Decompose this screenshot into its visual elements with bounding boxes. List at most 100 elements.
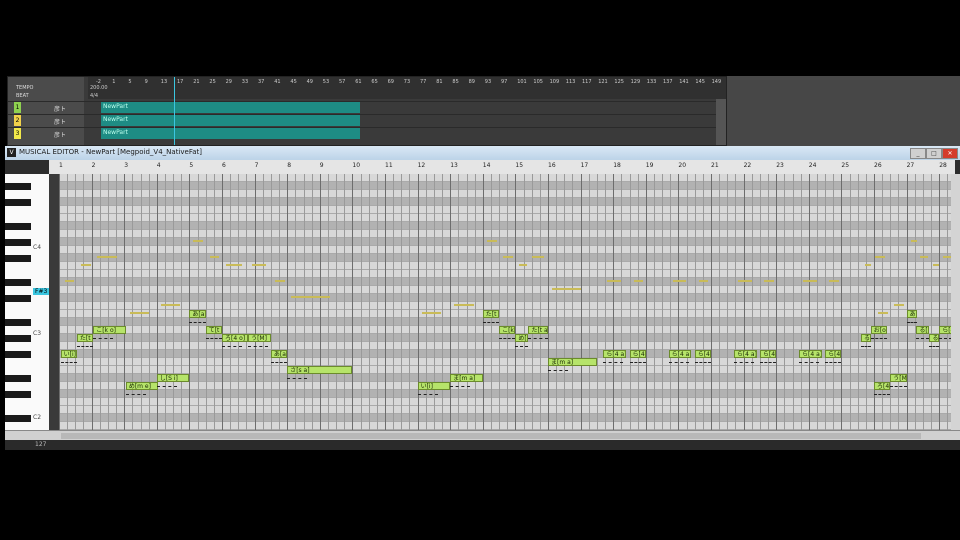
black-key[interactable] — [5, 223, 31, 230]
restore-button[interactable]: □ — [926, 148, 942, 159]
black-key[interactable] — [5, 239, 31, 246]
desktop-background — [0, 0, 960, 76]
beat-line — [629, 174, 631, 430]
black-key[interactable] — [5, 415, 31, 422]
vibrato-line — [825, 358, 842, 363]
playback-cursor[interactable] — [174, 77, 175, 145]
beat-line — [588, 174, 590, 430]
piano-keyboard[interactable]: C4 F#3 C3 C2 — [5, 174, 50, 430]
note[interactable]: た[t a] — [76, 334, 94, 342]
note[interactable]: ら[4 a] — [603, 350, 627, 358]
note[interactable]: ろ[4 o] — [222, 334, 249, 342]
note[interactable]: め[m e] — [515, 334, 529, 342]
note[interactable]: あ[a] — [270, 350, 288, 358]
vibrato-line — [450, 382, 471, 387]
bar-line — [91, 174, 93, 430]
track-ruler-tick: 125 — [614, 79, 624, 85]
editor-titlebar[interactable]: V MUSICAL EDITOR - NewPart [Megpoid_V4_N… — [5, 146, 960, 160]
measure-number: 20 — [678, 162, 687, 169]
track-row-1[interactable]: 1 彦ト NewPart — [8, 101, 726, 114]
note[interactable]: い[i] — [60, 350, 77, 358]
octave-label-highlight: F#3 — [33, 288, 50, 295]
note[interactable]: し[S i] — [156, 374, 190, 382]
note[interactable]: ら[4 a] — [759, 350, 777, 358]
note[interactable]: ま[m a] — [450, 374, 483, 382]
note[interactable]: こ[k o] — [93, 326, 126, 334]
note[interactable]: る[4 M] — [929, 334, 940, 342]
track-ruler[interactable]: 200.00 4/4 -2 1 5 9 13 17 21 25 29 33 37 41 45 49 53 57… — [88, 77, 726, 99]
close-button[interactable]: ✕ — [942, 148, 958, 159]
pitch-curve — [803, 280, 817, 282]
measure-number: 10 — [352, 162, 361, 169]
vibrato-line — [694, 358, 711, 363]
note[interactable]: め[m e] — [125, 382, 159, 390]
note[interactable]: あ[a] — [906, 310, 917, 318]
note[interactable]: ろ[4 o] — [874, 382, 891, 390]
black-key[interactable] — [5, 279, 31, 286]
note[interactable]: ら[4 a] — [799, 350, 822, 358]
note[interactable]: た[t a] — [528, 326, 548, 334]
part-block[interactable]: NewPart — [101, 115, 360, 126]
note[interactable]: さ[s a] — [287, 366, 353, 374]
note[interactable]: う[M] — [248, 334, 271, 342]
measure-ruler[interactable]: 1 2 3 4 5 6 7 8 9 10 11 12 13 14 15 16 17 18 19 20 21 22 23 24 2… — [49, 160, 955, 175]
vibrato-line — [417, 390, 438, 395]
track-row-3[interactable]: 3 彦ト NewPart — [8, 127, 726, 140]
note[interactable]: ら[4 a] — [733, 350, 757, 358]
track-scrollbar[interactable] — [716, 99, 726, 145]
black-key[interactable] — [5, 335, 31, 342]
note[interactable]: る[4 M] — [916, 326, 930, 334]
track-name[interactable]: 彦ト — [54, 130, 66, 139]
track-ruler-tick: 9 — [144, 79, 148, 85]
piano-roll-grid[interactable]: い[i]た[t a]こ[k o]め[m e]し[S i]あ[a]て[t e]ろ[… — [59, 174, 951, 430]
black-key[interactable] — [5, 199, 31, 206]
note[interactable]: る[4 M] — [860, 334, 871, 342]
beat-line — [230, 174, 232, 430]
beat-line — [75, 174, 77, 430]
bar-line — [678, 174, 680, 430]
beat-line — [523, 174, 525, 430]
note[interactable]: ら[4 a] — [825, 350, 842, 358]
black-key[interactable] — [5, 295, 31, 302]
note[interactable]: ま[m a] — [548, 358, 597, 366]
track-row-2[interactable]: 2 彦ト NewPart — [8, 114, 726, 127]
black-key[interactable] — [5, 183, 31, 190]
note[interactable]: お[o] — [870, 326, 888, 334]
track-ruler-tick: 105 — [533, 79, 543, 85]
bar-line — [776, 174, 778, 430]
black-key[interactable] — [5, 319, 31, 326]
track-ruler-tick: 65 — [371, 79, 378, 85]
note[interactable]: ら[4 a] — [668, 350, 692, 358]
black-key[interactable] — [5, 375, 31, 382]
note[interactable]: こ[k o] — [499, 326, 516, 334]
note[interactable]: ら[4 a] — [939, 326, 951, 334]
note[interactable]: う[M] — [890, 374, 907, 382]
track-name[interactable]: 彦ト — [54, 117, 66, 126]
black-key[interactable] — [5, 351, 31, 358]
black-key[interactable] — [5, 255, 31, 262]
note[interactable]: ら[4 a] — [694, 350, 711, 358]
black-key[interactable] — [5, 391, 31, 398]
bar-line — [939, 174, 941, 430]
note[interactable]: ら[4 a] — [629, 350, 646, 358]
track-ruler-tick: 101 — [517, 79, 527, 85]
minimize-button[interactable]: _ — [910, 148, 926, 159]
vibrato-line — [548, 366, 568, 371]
track-ruler-tick: 149 — [711, 79, 722, 85]
note[interactable]: た[t a] — [482, 310, 500, 318]
pitch-curve — [894, 304, 905, 306]
scroll-thumb[interactable] — [61, 433, 921, 439]
note[interactable]: い[i] — [417, 382, 451, 390]
track-ruler-tick: 85 — [452, 79, 459, 85]
measure-number: 27 — [906, 162, 915, 169]
part-block[interactable]: NewPart — [101, 102, 360, 113]
bar-line — [352, 174, 354, 430]
note[interactable]: て[t e] — [205, 326, 222, 334]
bar-line — [548, 174, 549, 430]
note[interactable]: あ[a] — [189, 310, 206, 318]
measure-number: 21 — [711, 162, 719, 169]
part-block[interactable]: NewPart — [101, 128, 360, 139]
track-name[interactable]: 彦ト — [54, 104, 66, 113]
bar-line — [711, 174, 712, 430]
vertical-scrollbar[interactable] — [951, 174, 960, 430]
